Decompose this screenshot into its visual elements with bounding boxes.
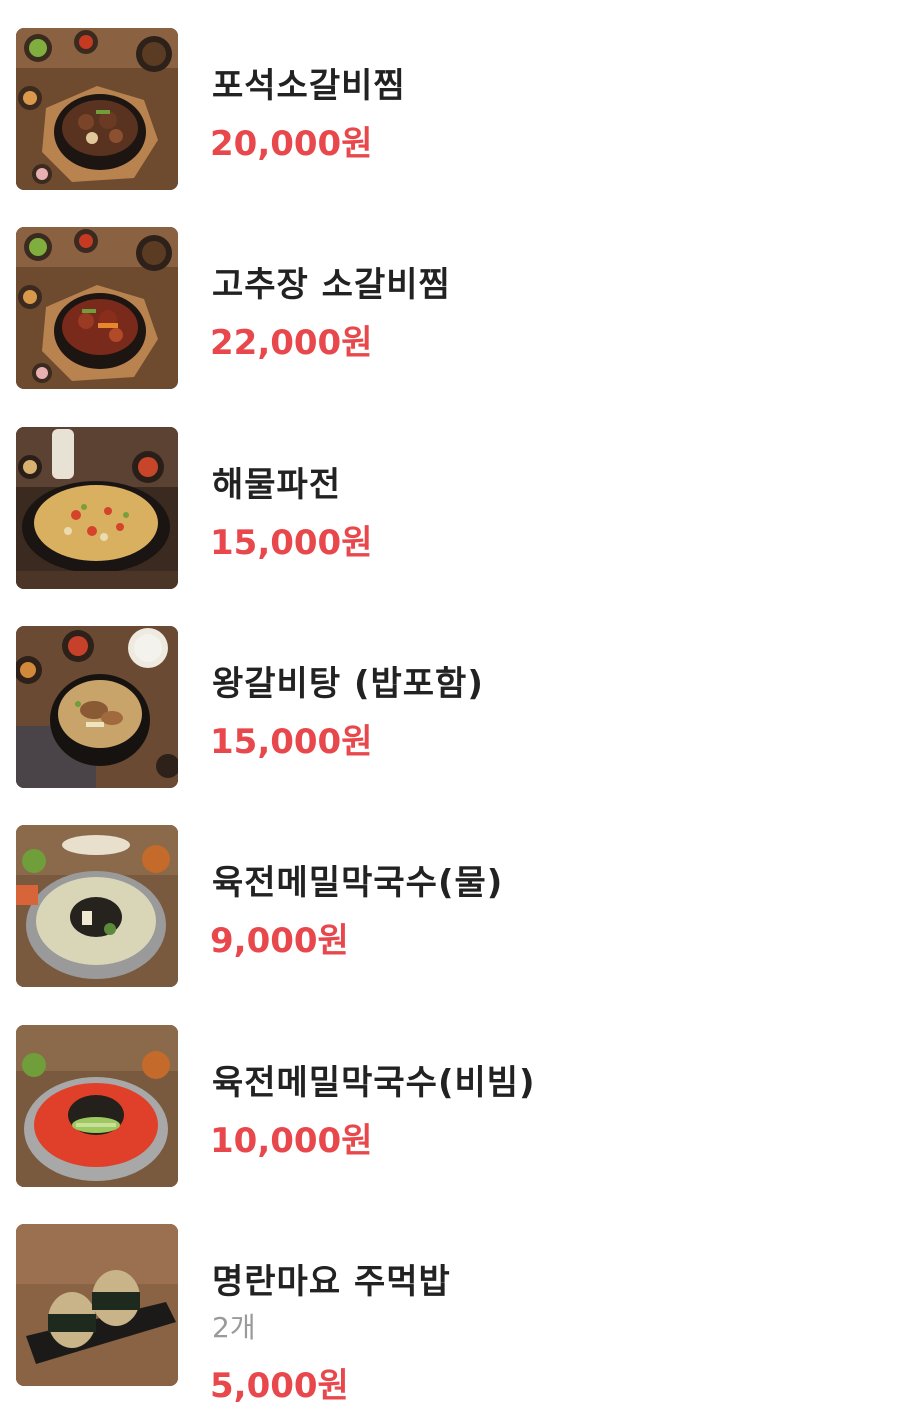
menu-item-name[interactable]: 육전메밀막국수(물) <box>212 855 503 904</box>
menu-item-price: 20,000원 <box>210 124 373 164</box>
menu-item[interactable]: 해물파전 15,000원 <box>0 427 900 627</box>
gochujang-short-ribs-photo[interactable] <box>16 227 178 389</box>
menu-item-name[interactable]: 왕갈비탕 (밥포함) <box>212 656 484 705</box>
menu-item[interactable]: 육전메밀막국수(물) 9,000원 <box>0 825 900 1025</box>
menu-item-price: 15,000원 <box>210 722 373 762</box>
menu-item-description: 2개 <box>212 1311 256 1344</box>
spicy-buckwheat-noodle-image <box>16 1025 178 1187</box>
menu-item-name[interactable]: 포석소갈비찜 <box>212 58 406 107</box>
menu-item-name[interactable]: 명란마요 주먹밥 <box>212 1254 451 1303</box>
menu-item[interactable]: 육전메밀막국수(비빔) 10,000원 <box>0 1025 900 1225</box>
menu-item-name[interactable]: 해물파전 <box>212 457 341 506</box>
menu-item[interactable]: 왕갈비탕 (밥포함) 15,000원 <box>0 626 900 826</box>
rice-ball-photo[interactable] <box>16 1224 178 1386</box>
menu-item-name[interactable]: 고추장 소갈비찜 <box>212 257 451 306</box>
menu-item-price: 22,000원 <box>210 323 373 363</box>
seafood-pancake-photo[interactable] <box>16 427 178 589</box>
menu-item-price: 15,000원 <box>210 523 373 563</box>
braised-short-ribs-image <box>16 28 178 190</box>
spicy-buckwheat-noodle-photo[interactable] <box>16 1025 178 1187</box>
cold-buckwheat-noodle-image <box>16 825 178 987</box>
menu-item[interactable]: 명란마요 주먹밥 2개 5,000원 <box>0 1224 900 1424</box>
cold-buckwheat-noodle-photo[interactable] <box>16 825 178 987</box>
menu-item[interactable]: 포석소갈비찜 20,000원 <box>0 28 900 228</box>
menu-item-price: 10,000원 <box>210 1121 373 1161</box>
galbitang-image <box>16 626 178 788</box>
menu-list: 포석소갈비찜 20,000원 고추장 소갈비찜 22,000원 해물파전 15,… <box>0 0 900 1424</box>
seafood-pancake-image <box>16 427 178 589</box>
rice-ball-image <box>16 1224 178 1386</box>
gochujang-short-ribs-image <box>16 227 178 389</box>
braised-short-ribs-photo[interactable] <box>16 28 178 190</box>
menu-item-price: 9,000원 <box>210 921 349 961</box>
menu-item-name[interactable]: 육전메밀막국수(비빔) <box>212 1055 536 1104</box>
galbitang-photo[interactable] <box>16 626 178 788</box>
menu-item[interactable]: 고추장 소갈비찜 22,000원 <box>0 227 900 427</box>
menu-item-price: 5,000원 <box>210 1366 349 1406</box>
